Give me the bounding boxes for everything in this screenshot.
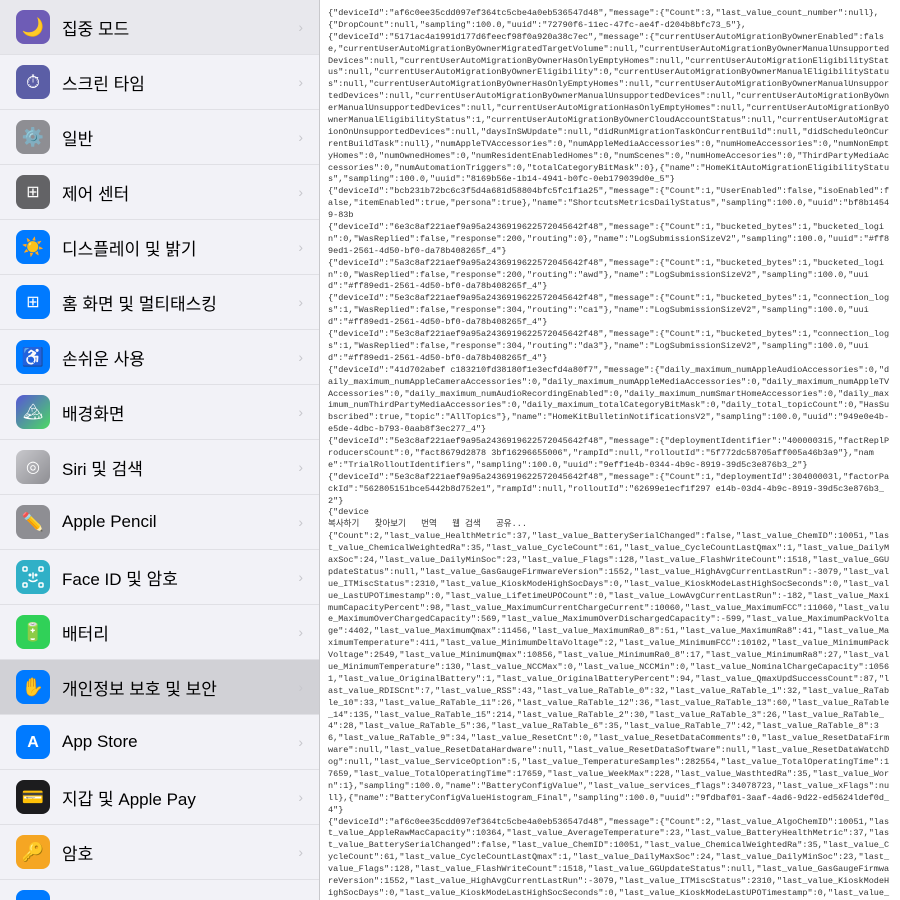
sidebar-item-label: 암호 xyxy=(62,840,93,865)
chevron-right-icon: › xyxy=(298,349,303,365)
chevron-right-icon: › xyxy=(298,19,303,35)
chevron-right-icon: › xyxy=(298,844,303,860)
sidebar-item-label: Face ID 및 암호 xyxy=(62,565,178,590)
sidebar-item-label: Siri 및 검색 xyxy=(62,455,143,480)
general-icon: ⚙️ xyxy=(16,120,50,154)
sidebar-item-battery[interactable]: 🔋 배터리 › xyxy=(0,605,319,660)
privacy-icon: ✋ xyxy=(16,670,50,704)
sidebar-item-screen-time[interactable]: ⏱ 스크린 타임 › xyxy=(0,55,319,110)
sidebar-item-password[interactable]: 🔑 암호 › xyxy=(0,825,319,880)
control-center-icon: ⊞ xyxy=(16,175,50,209)
sidebar-item-label: 개인정보 보호 및 보안 xyxy=(62,675,217,700)
diagnostic-data-text[interactable]: {"deviceId":"af6c0ee35cdd097ef364tc5cbe4… xyxy=(320,0,900,900)
sidebar-item-label: 디스플레이 및 밝기 xyxy=(62,235,197,260)
chevron-right-icon: › xyxy=(298,184,303,200)
mail-icon: ✉️ xyxy=(16,890,50,900)
app-store-icon: A xyxy=(16,725,50,759)
sidebar-item-label: 집중 모드 xyxy=(62,15,129,40)
svg-text:A: A xyxy=(27,734,39,751)
sidebar-item-label: 일반 xyxy=(62,125,93,150)
password-icon: 🔑 xyxy=(16,835,50,869)
battery-icon: 🔋 xyxy=(16,615,50,649)
jip-joong-icon: 🌙 xyxy=(16,10,50,44)
sidebar-item-label: 손쉬운 사용 xyxy=(62,345,145,370)
sidebar-item-label: 스크린 타임 xyxy=(62,70,145,95)
chevron-right-icon: › xyxy=(298,459,303,475)
sidebar-item-privacy[interactable]: ✋ 개인정보 보호 및 보안 › xyxy=(0,660,319,715)
sidebar-item-label: 제어 센터 xyxy=(62,180,129,205)
face-id-icon xyxy=(16,560,50,594)
chevron-right-icon: › xyxy=(298,624,303,640)
chevron-right-icon: › xyxy=(298,239,303,255)
sidebar-item-home-multitasking[interactable]: ⊞ 홈 화면 및 멀티태스킹 › xyxy=(0,275,319,330)
chevron-right-icon: › xyxy=(298,679,303,695)
sidebar-item-display[interactable]: ☀️ 디스플레이 및 밝기 › xyxy=(0,220,319,275)
sidebar-item-wallet[interactable]: 💳 지갑 및 Apple Pay › xyxy=(0,770,319,825)
sidebar-item-label: 배경화면 xyxy=(62,400,125,425)
sidebar-item-face-id[interactable]: Face ID 및 암호 › xyxy=(0,550,319,605)
sidebar-item-general[interactable]: ⚙️ 일반 › xyxy=(0,110,319,165)
chevron-right-icon: › xyxy=(298,514,303,530)
sidebar-item-label: App Store xyxy=(62,732,138,752)
chevron-right-icon: › xyxy=(298,74,303,90)
sidebar-item-label: Apple Pencil xyxy=(62,512,157,532)
sidebar-item-wallpaper[interactable]: 🏔 배경화면 › xyxy=(0,385,319,440)
wallpaper-icon: 🏔 xyxy=(16,395,50,429)
chevron-right-icon: › xyxy=(298,569,303,585)
siri-icon: ◎ xyxy=(16,450,50,484)
sidebar-item-label: 배터리 xyxy=(62,620,109,645)
sidebar-item-app-store[interactable]: A App Store › xyxy=(0,715,319,770)
wallet-icon: 💳 xyxy=(16,780,50,814)
screen-time-icon: ⏱ xyxy=(16,65,50,99)
chevron-right-icon: › xyxy=(298,294,303,310)
sidebar-item-apple-pencil[interactable]: ✏️ Apple Pencil › xyxy=(0,495,319,550)
sidebar-item-mail[interactable]: ✉️ Mail › xyxy=(0,880,319,900)
main-content-area[interactable]: {"deviceId":"af6c0ee35cdd097ef364tc5cbe4… xyxy=(320,0,900,900)
sidebar-item-accessibility[interactable]: ♿ 손쉬운 사용 › xyxy=(0,330,319,385)
chevron-right-icon: › xyxy=(298,129,303,145)
chevron-right-icon: › xyxy=(298,404,303,420)
settings-sidebar: 🌙 집중 모드 › ⏱ 스크린 타임 › ⚙️ 일반 › ⊞ 제어 센터 › ☀… xyxy=(0,0,320,900)
apple-pencil-icon: ✏️ xyxy=(16,505,50,539)
sidebar-item-control-center[interactable]: ⊞ 제어 센터 › xyxy=(0,165,319,220)
sidebar-item-jip-joong[interactable]: 🌙 집중 모드 › xyxy=(0,0,319,55)
home-multitasking-icon: ⊞ xyxy=(16,285,50,319)
chevron-right-icon: › xyxy=(298,734,303,750)
display-icon: ☀️ xyxy=(16,230,50,264)
chevron-right-icon: › xyxy=(298,789,303,805)
accessibility-icon: ♿ xyxy=(16,340,50,374)
sidebar-item-siri[interactable]: ◎ Siri 및 검색 › xyxy=(0,440,319,495)
sidebar-item-label: 홈 화면 및 멀티태스킹 xyxy=(62,290,217,315)
sidebar-item-label: 지갑 및 Apple Pay xyxy=(62,785,196,810)
